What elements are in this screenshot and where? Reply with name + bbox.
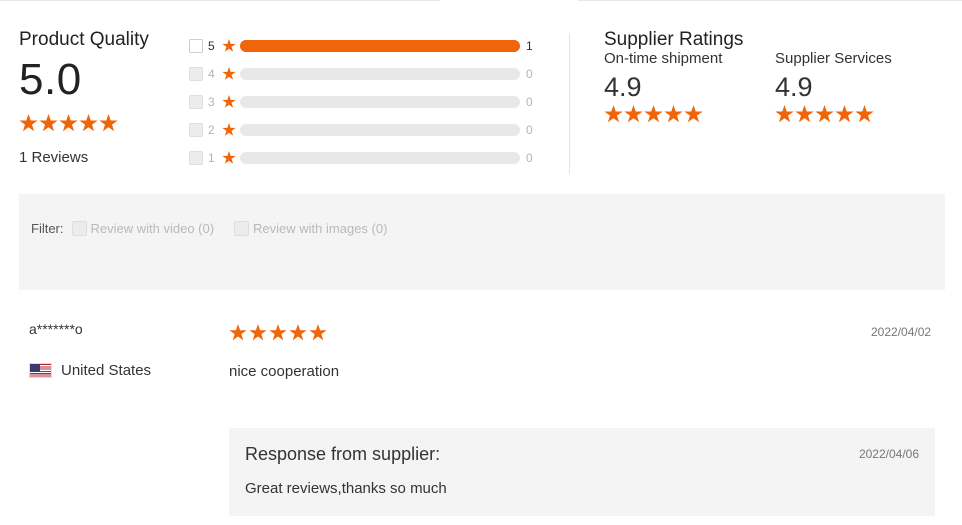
star-icon [249, 324, 267, 341]
rating-count: 1 [526, 39, 533, 53]
star-icon [815, 105, 834, 123]
star-icon [99, 114, 118, 132]
reviewer-country: United States [29, 362, 151, 379]
supplier-response-date: 2022/04/06 [858, 447, 919, 461]
reviewer-name: a*******o [29, 321, 83, 337]
star-icon [19, 114, 38, 132]
product-quality-summary: Product Quality 5.0 1 Reviews [19, 28, 149, 166]
filter-images-option: Review with images (0) [234, 221, 387, 236]
checkbox-icon [71, 221, 87, 236]
filter-video-option: Review with video (0) [71, 221, 215, 236]
star-icon [59, 114, 78, 132]
star-icon [269, 324, 287, 341]
rating-row-4: 4 0 [189, 60, 539, 88]
rating-star-number: 5 [208, 39, 215, 53]
supplier-ratings-title: Supplier Ratings [604, 29, 744, 50]
star-icon [39, 114, 58, 132]
on-time-shipment-rating: On-time shipment 4.9 [604, 50, 722, 124]
rating-star-number: 4 [208, 67, 215, 81]
rating-filter-checkbox [189, 67, 203, 81]
star-icon [604, 105, 623, 123]
filter-row: Filter: Review with video (0) Review wit… [31, 221, 407, 236]
product-quality-score: 5.0 [19, 55, 82, 104]
rating-bar [240, 40, 520, 52]
section-divider [569, 33, 570, 174]
active-tab-indicator [440, 0, 578, 2]
star-icon [229, 324, 247, 341]
supplier-response-title: Response from supplier: [245, 444, 441, 464]
star-icon [289, 324, 307, 341]
rating-count: 0 [526, 123, 533, 137]
review-date: 2022/04/02 [871, 325, 932, 339]
product-quality-stars [19, 114, 149, 133]
star-icon [222, 95, 236, 108]
star-icon [855, 105, 874, 123]
star-icon [222, 151, 236, 164]
supplier-services-score: 4.9 [775, 72, 813, 102]
review-filter-panel: Filter: Review with video (0) Review wit… [19, 194, 945, 290]
review-text: nice cooperation [229, 363, 340, 380]
filter-images-label: Review with images (0) [253, 221, 388, 236]
rating-star-number: 2 [208, 123, 215, 137]
star-icon [775, 105, 794, 123]
rating-filter-checkbox [189, 151, 203, 165]
supplier-services-label: Supplier Services [775, 50, 892, 67]
rating-star-number: 3 [208, 95, 215, 109]
star-icon [79, 114, 98, 132]
star-icon [222, 123, 236, 136]
star-icon [684, 105, 703, 123]
star-icon [835, 105, 854, 123]
review-count: 1 Reviews [19, 149, 89, 166]
supplier-ratings: Supplier Ratings [604, 28, 743, 52]
filter-video-label: Review with video (0) [90, 221, 215, 236]
on-time-shipment-label: On-time shipment [604, 50, 723, 67]
rating-bar [240, 68, 520, 80]
reviewer-country-label: United States [61, 362, 152, 379]
rating-filter-checkbox [189, 123, 203, 137]
star-icon [795, 105, 814, 123]
on-time-shipment-stars [604, 105, 722, 124]
rating-row-1: 1 0 [189, 144, 539, 172]
supplier-services-stars [775, 105, 892, 124]
rating-distribution: 5 1 4 0 3 0 2 0 1 0 [189, 32, 539, 172]
supplier-response-text: Great reviews,thanks so much [245, 480, 447, 497]
rating-star-number: 1 [208, 151, 215, 165]
us-flag-icon [29, 363, 52, 378]
supplier-response: Response from supplier: 2022/04/06 Great… [229, 428, 935, 516]
rating-row-5[interactable]: 5 1 [189, 32, 539, 60]
star-icon [664, 105, 683, 123]
rating-row-3: 3 0 [189, 88, 539, 116]
rating-filter-checkbox[interactable] [189, 39, 203, 53]
supplier-services-rating: Supplier Services 4.9 [775, 50, 892, 124]
rating-bar [240, 96, 520, 108]
rating-bar-fill [240, 40, 520, 52]
filter-label: Filter: [31, 221, 64, 236]
star-icon [624, 105, 643, 123]
rating-bar [240, 124, 520, 136]
rating-filter-checkbox [189, 95, 203, 109]
star-icon [309, 324, 327, 341]
rating-row-2: 2 0 [189, 116, 539, 144]
rating-count: 0 [526, 95, 533, 109]
star-icon [644, 105, 663, 123]
star-icon [222, 67, 236, 80]
on-time-shipment-score: 4.9 [604, 72, 642, 102]
product-quality-title: Product Quality [19, 29, 149, 50]
rating-count: 0 [526, 67, 533, 81]
review-stars [229, 324, 329, 342]
rating-bar [240, 152, 520, 164]
star-icon [222, 39, 236, 52]
checkbox-icon [234, 221, 250, 236]
rating-count: 0 [526, 151, 533, 165]
